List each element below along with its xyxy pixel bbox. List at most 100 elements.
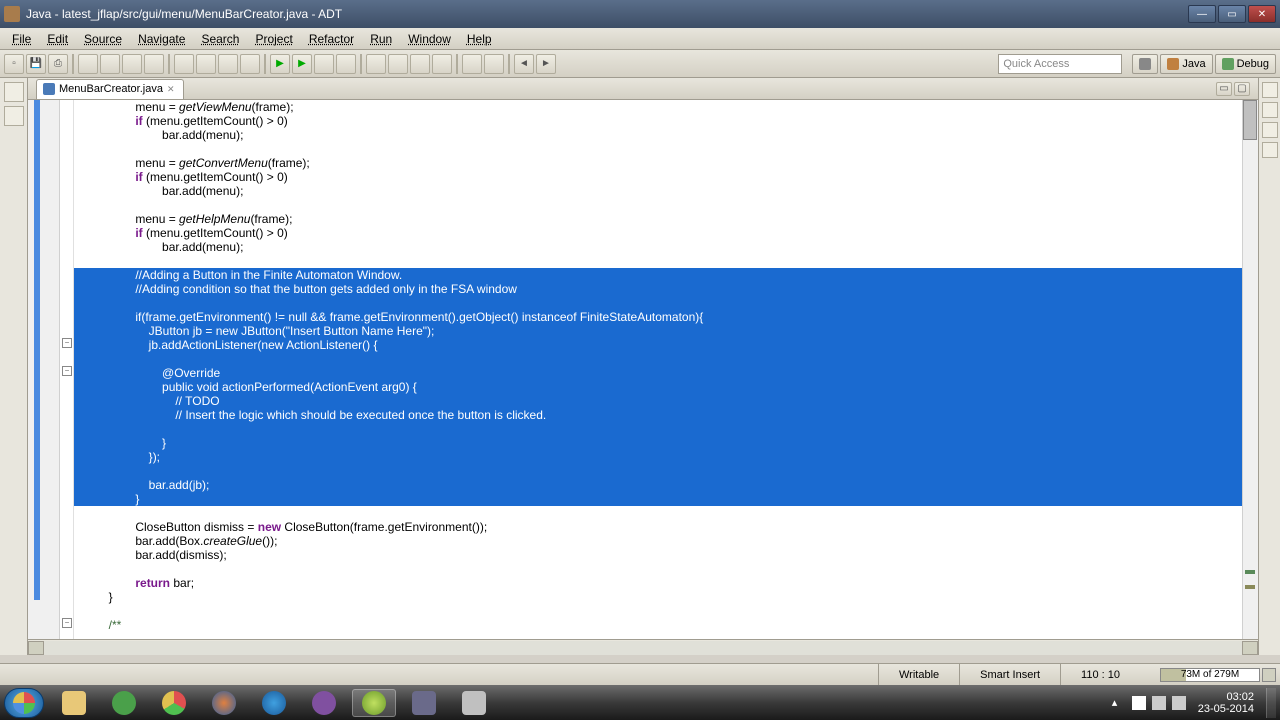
save-all-button[interactable]: ⎙ — [48, 54, 68, 74]
app-taskbar-icon[interactable] — [302, 689, 346, 717]
app-taskbar-icon[interactable] — [452, 689, 496, 717]
tool-btn[interactable] — [484, 54, 504, 74]
maximize-view-button[interactable]: ▢ — [1234, 82, 1250, 96]
code-line[interactable]: if (menu.getItemCount() > 0) — [74, 226, 1242, 240]
vertical-scrollbar-thumb[interactable] — [1243, 100, 1257, 140]
code-line[interactable]: if (menu.getItemCount() > 0) — [74, 114, 1242, 128]
scroll-left-arrow[interactable] — [28, 641, 44, 655]
wmp-taskbar-icon[interactable] — [252, 689, 296, 717]
code-line[interactable]: } — [74, 492, 1242, 506]
tool-btn[interactable] — [314, 54, 334, 74]
tool-btn[interactable] — [432, 54, 452, 74]
code-line[interactable]: JButton jb = new JButton("Insert Button … — [74, 324, 1242, 338]
code-line[interactable]: menu = getConvertMenu(frame); — [74, 156, 1242, 170]
overview-ruler[interactable] — [1242, 100, 1258, 639]
code-line[interactable]: bar.add(dismiss); — [74, 548, 1242, 562]
code-line[interactable]: if (menu.getItemCount() > 0) — [74, 170, 1242, 184]
menu-search[interactable]: Search — [193, 30, 247, 48]
editor-tab[interactable]: MenuBarCreator.java ✕ — [36, 79, 184, 99]
package-explorer-button[interactable] — [4, 82, 24, 102]
tab-close-icon[interactable]: ✕ — [167, 84, 177, 94]
forward-button[interactable]: ► — [536, 54, 556, 74]
code-line[interactable]: }); — [74, 450, 1242, 464]
fold-marker[interactable]: − — [62, 338, 72, 348]
code-line[interactable]: bar.add(menu); — [74, 184, 1242, 198]
code-line[interactable]: if(frame.getEnvironment() != null && fra… — [74, 310, 1242, 324]
code-line[interactable]: } — [74, 436, 1242, 450]
code-line[interactable]: bar.add(jb); — [74, 478, 1242, 492]
code-line[interactable] — [74, 142, 1242, 156]
tool-btn[interactable] — [366, 54, 386, 74]
fold-marker[interactable]: − — [62, 618, 72, 628]
code-line[interactable]: bar.add(Box.createGlue()); — [74, 534, 1242, 548]
eclipse-taskbar-icon[interactable] — [352, 689, 396, 717]
action-center-icon[interactable] — [1132, 696, 1146, 710]
quick-access-input[interactable]: Quick Access — [998, 54, 1122, 74]
taskbar-clock[interactable]: 03:02 23-05-2014 — [1198, 691, 1254, 715]
close-button[interactable]: ✕ — [1248, 5, 1276, 23]
code-line[interactable]: // Insert the logic which should be exec… — [74, 408, 1242, 422]
menu-refactor[interactable]: Refactor — [301, 30, 362, 48]
start-button[interactable] — [4, 688, 44, 718]
code-line[interactable]: //Adding condition so that the button ge… — [74, 282, 1242, 296]
tool-btn[interactable] — [196, 54, 216, 74]
back-button[interactable]: ◄ — [514, 54, 534, 74]
code-line[interactable] — [74, 422, 1242, 436]
horizontal-scrollbar[interactable] — [28, 639, 1258, 655]
view-button[interactable] — [4, 106, 24, 126]
tool-btn[interactable] — [462, 54, 482, 74]
chrome-taskbar-icon[interactable] — [152, 689, 196, 717]
code-line[interactable] — [74, 296, 1242, 310]
save-button[interactable]: 💾 — [26, 54, 46, 74]
code-line[interactable]: jb.addActionListener(new ActionListener(… — [74, 338, 1242, 352]
tool-btn[interactable] — [144, 54, 164, 74]
code-line[interactable]: return bar; — [74, 576, 1242, 590]
tool-btn[interactable] — [240, 54, 260, 74]
code-line[interactable] — [74, 464, 1242, 478]
code-line[interactable]: public void actionPerformed(ActionEvent … — [74, 380, 1242, 394]
code-line[interactable] — [74, 506, 1242, 520]
explorer-taskbar-icon[interactable] — [52, 689, 96, 717]
firefox-taskbar-icon[interactable] — [202, 689, 246, 717]
fold-marker[interactable]: − — [62, 366, 72, 376]
tool-btn[interactable] — [78, 54, 98, 74]
perspective-switcher-button[interactable] — [1132, 54, 1158, 74]
code-text[interactable]: menu = getViewMenu(frame); if (menu.getI… — [74, 100, 1242, 639]
code-line[interactable]: } — [74, 590, 1242, 604]
tool-btn[interactable] — [100, 54, 120, 74]
code-line[interactable] — [74, 198, 1242, 212]
tool-btn[interactable] — [174, 54, 194, 74]
code-line[interactable]: bar.add(menu); — [74, 128, 1242, 142]
menu-run[interactable]: Run — [362, 30, 400, 48]
app-taskbar-icon[interactable] — [402, 689, 446, 717]
view-button[interactable] — [1262, 142, 1278, 158]
code-line[interactable] — [74, 352, 1242, 366]
code-line[interactable]: @Override — [74, 366, 1242, 380]
debug-button[interactable]: ▶ — [270, 54, 290, 74]
code-line[interactable]: // TODO — [74, 394, 1242, 408]
editor-viewport[interactable]: − − − menu = getViewMenu(frame); if (men… — [28, 100, 1258, 639]
tool-btn[interactable] — [410, 54, 430, 74]
tray-chevron-icon[interactable]: ▴ — [1112, 696, 1126, 710]
code-line[interactable] — [74, 604, 1242, 618]
view-button[interactable] — [1262, 122, 1278, 138]
folding-column[interactable]: − − − — [60, 100, 74, 639]
menu-window[interactable]: Window — [400, 30, 459, 48]
menu-file[interactable]: File — [4, 30, 39, 48]
menu-help[interactable]: Help — [459, 30, 500, 48]
utorrent-taskbar-icon[interactable] — [102, 689, 146, 717]
code-line[interactable]: menu = getHelpMenu(frame); — [74, 212, 1242, 226]
volume-icon[interactable] — [1172, 696, 1186, 710]
minimize-view-button[interactable]: ▭ — [1216, 82, 1232, 96]
code-line[interactable]: menu = getViewMenu(frame); — [74, 100, 1242, 114]
new-button[interactable]: ▫ — [4, 54, 24, 74]
java-perspective-button[interactable]: Java — [1160, 54, 1212, 74]
run-button[interactable]: ▶ — [292, 54, 312, 74]
gc-button[interactable] — [1262, 668, 1276, 682]
network-icon[interactable] — [1152, 696, 1166, 710]
show-desktop-button[interactable] — [1266, 688, 1276, 718]
code-line[interactable] — [74, 254, 1242, 268]
menu-navigate[interactable]: Navigate — [130, 30, 193, 48]
menu-edit[interactable]: Edit — [39, 30, 76, 48]
menu-project[interactable]: Project — [247, 30, 300, 48]
